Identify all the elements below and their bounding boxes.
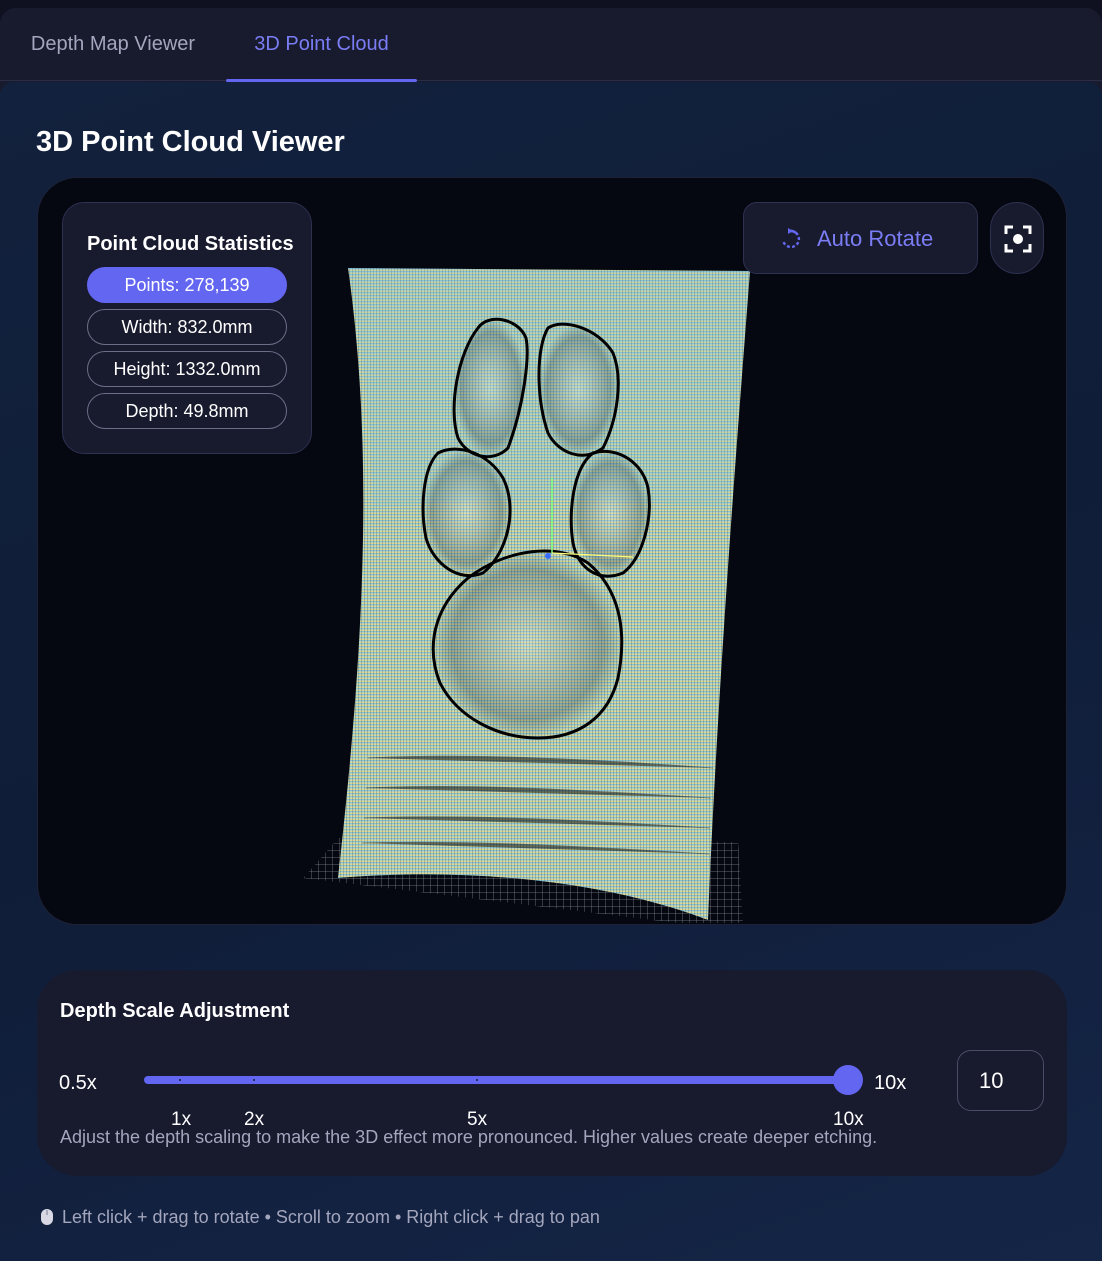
tab-bar: Depth Map Viewer 3D Point Cloud [0, 8, 1102, 82]
height-stat: Height: 1332.0mm [87, 351, 287, 387]
slider-tick [179, 1079, 181, 1081]
point-cloud-panel: 3D Point Cloud Viewer Point Cloud Statis… [0, 82, 1102, 1261]
depth-scale-help: Adjust the depth scaling to make the 3D … [60, 1127, 878, 1147]
app-window: Depth Map Viewer 3D Point Cloud 3D Point… [0, 8, 1102, 1261]
auto-rotate-label: Auto Rotate [817, 226, 934, 251]
depth-max-label: 10x [874, 1072, 907, 1094]
points-stat: Points: 278,139 [87, 267, 287, 303]
focus-button[interactable] [990, 202, 1044, 274]
mouse-icon [41, 1209, 53, 1225]
rotate-icon [782, 228, 801, 249]
depth-min-label: 0.5x [59, 1072, 97, 1094]
page-title: 3D Point Cloud Viewer [36, 126, 345, 158]
auto-rotate-button[interactable]: Auto Rotate [743, 202, 978, 274]
depth-slider-thumb[interactable] [833, 1065, 863, 1095]
statistics-card: Point Cloud Statistics Points: 278,139 W… [62, 202, 312, 454]
controls-hint: Left click + drag to rotate • Scroll to … [40, 1207, 600, 1228]
point-cloud-viewport[interactable]: Point Cloud Statistics Points: 278,139 W… [37, 177, 1067, 925]
statistics-title: Point Cloud Statistics [87, 233, 294, 255]
slider-tick [476, 1079, 478, 1081]
depth-scale-title: Depth Scale Adjustment [60, 1000, 290, 1022]
depth-stat: Depth: 49.8mm [87, 393, 287, 429]
slider-tick [253, 1079, 255, 1081]
depth-scale-input[interactable] [957, 1050, 1044, 1111]
depth-scale-card: Depth Scale Adjustment 0.5x 10x 1x 2x 5x… [37, 970, 1067, 1176]
tab-depth-map-viewer[interactable]: Depth Map Viewer [0, 8, 226, 81]
width-stat: Width: 832.0mm [87, 309, 287, 345]
tab-3d-point-cloud[interactable]: 3D Point Cloud [226, 8, 417, 82]
focus-icon [1004, 225, 1032, 253]
controls-hint-text: Left click + drag to rotate • Scroll to … [62, 1207, 600, 1227]
depth-slider-track[interactable] [144, 1076, 848, 1084]
